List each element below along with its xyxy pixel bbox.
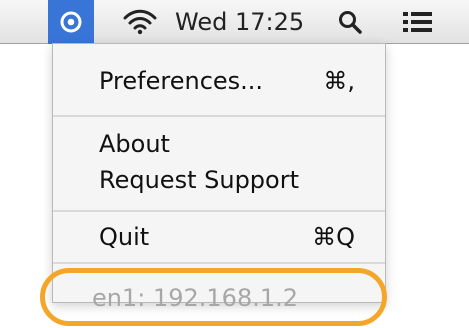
quit-menu-item[interactable]: Quit [99, 225, 149, 249]
status-dropdown-menu: Preferences... ⌘, About Request Support … [52, 43, 386, 303]
wifi-menu-button[interactable] [120, 0, 160, 44]
quit-label: Quit [99, 223, 150, 251]
about-menu-item[interactable]: About [99, 132, 170, 156]
menu-separator [53, 262, 385, 264]
request-support-label: Request Support [99, 166, 299, 194]
status-menu-button[interactable] [48, 0, 94, 44]
ip-highlight-ring [40, 268, 387, 326]
menu-separator [53, 115, 385, 117]
about-label: About [99, 130, 170, 158]
clock-text: Wed 17:25 [175, 8, 305, 36]
preferences-shortcut: ⌘, [323, 67, 355, 95]
target-icon [60, 11, 82, 33]
menu-separator [53, 210, 385, 212]
search-menu-button[interactable] [332, 0, 368, 44]
menu-bar: Wed 17:25 [0, 0, 469, 44]
preferences-menu-item[interactable]: Preferences... [99, 69, 263, 93]
quit-shortcut: ⌘Q [312, 223, 355, 251]
search-icon [339, 11, 362, 34]
list-menu-button[interactable] [395, 0, 440, 44]
clock-menu[interactable]: Wed 17:25 [175, 0, 325, 44]
request-support-menu-item[interactable]: Request Support [99, 168, 299, 192]
preferences-label: Preferences... [99, 67, 264, 95]
wifi-icon [123, 9, 157, 35]
list-icon [402, 12, 432, 32]
